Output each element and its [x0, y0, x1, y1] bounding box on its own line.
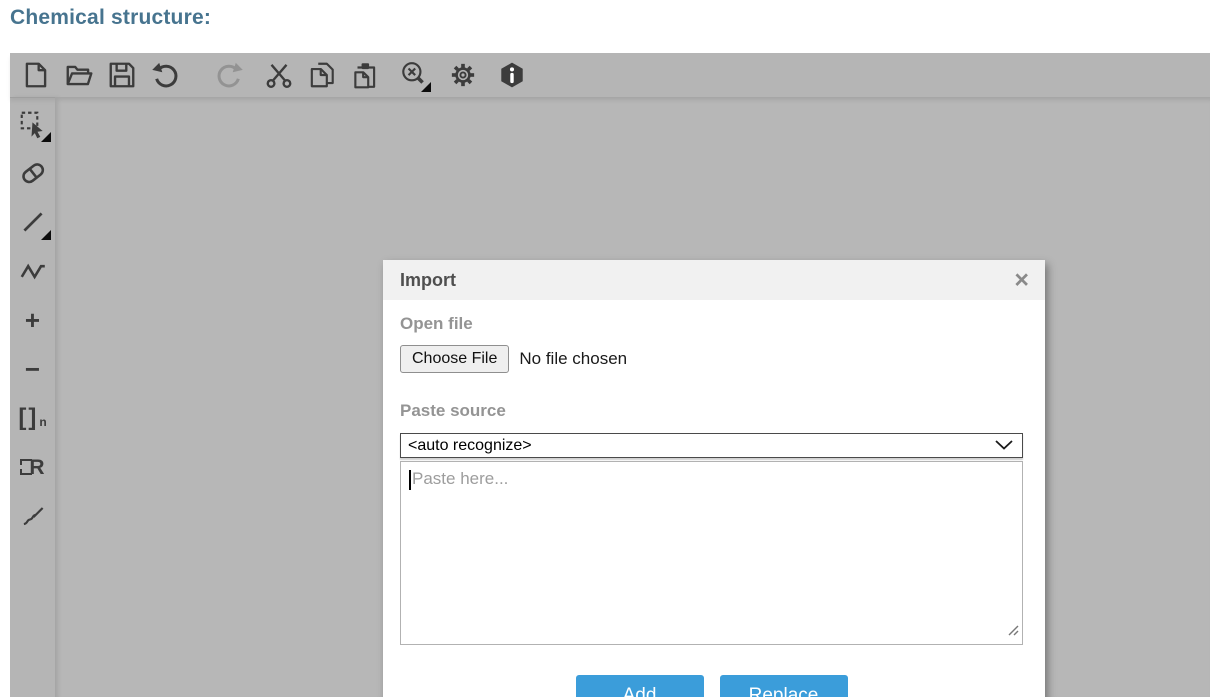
- cut-icon: [264, 60, 294, 90]
- chevron-down-icon: [995, 437, 1013, 455]
- bond-tool-button[interactable]: [16, 205, 50, 239]
- import-dialog-header: Import ×: [383, 260, 1045, 300]
- paste-button[interactable]: [349, 59, 381, 91]
- charge-plus-button[interactable]: +: [16, 303, 50, 337]
- copy-icon: [307, 60, 337, 90]
- redo-icon: [215, 60, 245, 90]
- add-button[interactable]: Add: [576, 675, 704, 697]
- open-file-label: Open file: [400, 314, 1023, 334]
- chain-tool-button[interactable]: [16, 254, 50, 288]
- attachment-point-button[interactable]: [16, 499, 50, 533]
- new-document-icon: [21, 60, 51, 90]
- paste-placeholder: Paste here...: [412, 469, 508, 488]
- page-title: Chemical structure:: [10, 6, 211, 30]
- copy-button[interactable]: [306, 59, 338, 91]
- import-dialog: Import × Open file Choose File No file c…: [383, 260, 1045, 697]
- paste-icon: [350, 60, 380, 90]
- select-tool-icon: [18, 109, 48, 139]
- attachment-point-icon: [18, 501, 48, 531]
- charge-minus-button[interactable]: −: [16, 352, 50, 386]
- rgroup-icon: R: [20, 457, 44, 478]
- settings-gear-icon: [448, 60, 478, 90]
- file-chosen-status: No file chosen: [519, 349, 627, 369]
- about-button[interactable]: [496, 59, 528, 91]
- zoom-button[interactable]: [398, 59, 430, 91]
- paste-textarea[interactable]: Paste here...: [400, 461, 1023, 645]
- format-select[interactable]: <auto recognize>: [400, 433, 1023, 458]
- undo-icon: [150, 60, 180, 90]
- chemical-editor: + − []n R Import: [10, 53, 1210, 697]
- charge-plus-icon: +: [25, 307, 40, 333]
- top-toolbar: [10, 53, 1210, 97]
- dialog-actions: Add Replace: [400, 675, 1023, 697]
- chain-tool-icon: [18, 256, 48, 286]
- format-select-value: <auto recognize>: [408, 437, 532, 455]
- open-file-icon: [64, 60, 94, 90]
- about-icon: [497, 60, 527, 90]
- new-document-button[interactable]: [20, 59, 52, 91]
- undo-button[interactable]: [149, 59, 181, 91]
- sgroup-button[interactable]: []n: [16, 401, 50, 435]
- redo-button[interactable]: [214, 59, 246, 91]
- eraser-icon: [18, 158, 48, 188]
- save-icon: [107, 60, 137, 90]
- charge-minus-icon: −: [25, 356, 40, 382]
- eraser-button[interactable]: [16, 156, 50, 190]
- text-caret: [409, 470, 411, 490]
- replace-button[interactable]: Replace: [720, 675, 848, 697]
- dialog-title: Import: [400, 270, 456, 291]
- paste-source-label: Paste source: [400, 401, 1023, 421]
- rgroup-button[interactable]: R: [16, 450, 50, 484]
- import-dialog-body: Open file Choose File No file chosen Pas…: [383, 300, 1045, 697]
- open-file-button[interactable]: [63, 59, 95, 91]
- file-input-row: Choose File No file chosen: [400, 343, 1023, 374]
- settings-button[interactable]: [447, 59, 479, 91]
- zoom-icon: [399, 60, 429, 90]
- resize-handle-icon[interactable]: [1007, 621, 1019, 641]
- close-icon[interactable]: ×: [1012, 268, 1031, 293]
- save-button[interactable]: [106, 59, 138, 91]
- bond-tool-icon: [18, 207, 48, 237]
- left-toolbar: + − []n R: [10, 97, 55, 697]
- sgroup-icon: []n: [18, 406, 46, 430]
- choose-file-button[interactable]: Choose File: [400, 345, 509, 373]
- cut-button[interactable]: [263, 59, 295, 91]
- select-tool-button[interactable]: [16, 107, 50, 141]
